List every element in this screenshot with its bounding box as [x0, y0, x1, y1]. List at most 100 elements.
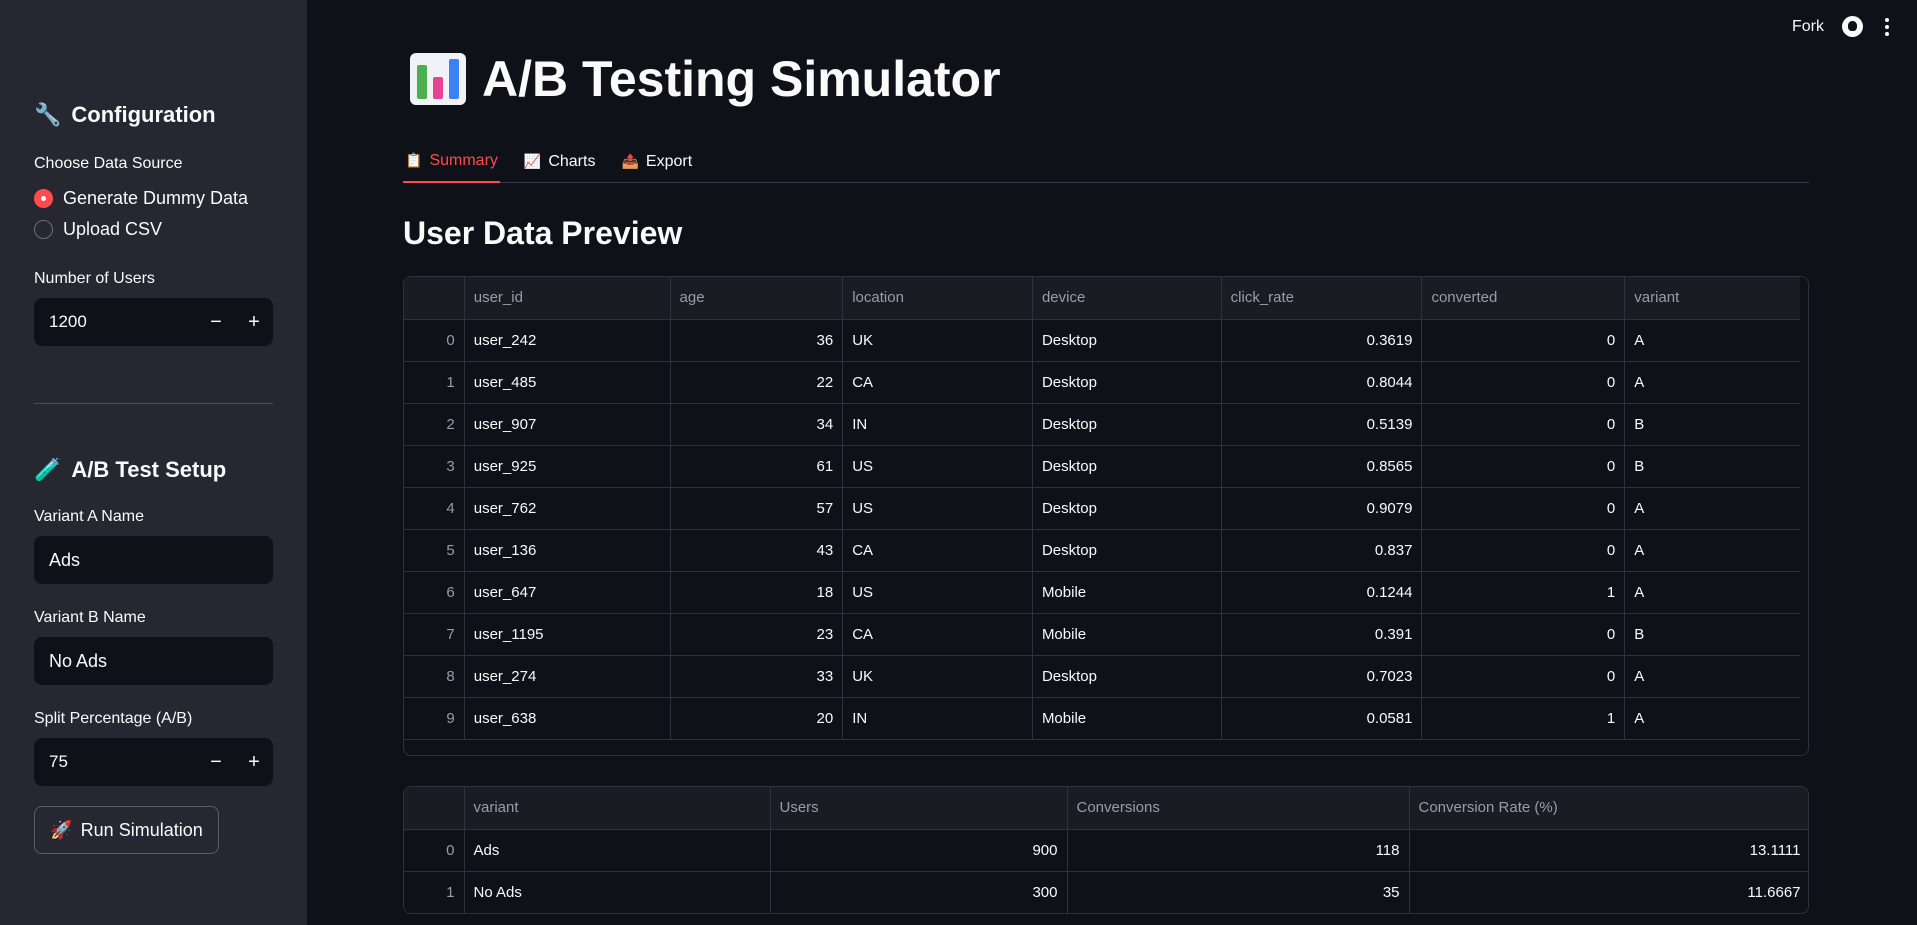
table-cell[interactable]: No Ads	[464, 871, 771, 913]
table-cell[interactable]: user_136	[464, 529, 671, 572]
table-cell[interactable]: user_638	[464, 697, 671, 740]
row-index-cell[interactable]: 7	[404, 613, 465, 656]
summary-table[interactable]: variant Users Conversions Conversion Rat…	[403, 786, 1809, 914]
table-cell[interactable]: Ads	[464, 829, 771, 872]
table-row[interactable]: 8 user_274 33 UK Desktop 0.7023 0 A	[404, 655, 1808, 698]
column-header[interactable]: Users	[770, 787, 1068, 830]
table-cell[interactable]: Mobile	[1032, 613, 1222, 656]
github-icon[interactable]	[1842, 16, 1863, 37]
row-index-cell[interactable]: 4	[404, 487, 465, 530]
column-header[interactable]: click_rate	[1221, 277, 1423, 320]
table-cell[interactable]: Desktop	[1032, 655, 1222, 698]
table-cell[interactable]: 61	[670, 445, 844, 488]
num-users-stepper[interactable]: 1200 − +	[34, 298, 273, 346]
radio-generate-dummy-data[interactable]: Generate Dummy Data	[34, 188, 248, 209]
fork-link[interactable]: Fork	[1792, 18, 1824, 36]
row-index-cell[interactable]: 5	[404, 529, 465, 572]
row-index-cell[interactable]: 2	[404, 403, 465, 446]
table-cell[interactable]: Desktop	[1032, 487, 1222, 530]
table-cell[interactable]: 0.0581	[1221, 697, 1423, 740]
table-row[interactable]: 3 user_925 61 US Desktop 0.8565 0 B	[404, 445, 1808, 488]
table-cell[interactable]: 900	[770, 829, 1068, 872]
table-cell[interactable]: Desktop	[1032, 361, 1222, 404]
table-cell[interactable]: 34	[670, 403, 844, 446]
table-cell[interactable]: 22	[670, 361, 844, 404]
table-cell[interactable]: A	[1624, 655, 1808, 698]
row-index-cell[interactable]: 1	[404, 871, 465, 913]
table-cell[interactable]: Mobile	[1032, 571, 1222, 614]
table-cell[interactable]: US	[842, 571, 1033, 614]
table-cell[interactable]: 0	[1421, 613, 1626, 656]
user-data-table[interactable]: user_id age location device click_rate c…	[403, 276, 1809, 756]
table-row[interactable]: 0 user_242 36 UK Desktop 0.3619 0 A	[404, 319, 1808, 362]
column-header[interactable]: variant	[464, 787, 771, 830]
table-row[interactable]: 1 No Ads 300 35 11.6667	[404, 871, 1808, 913]
table-cell[interactable]: UK	[842, 319, 1033, 362]
table-cell[interactable]: UK	[842, 655, 1033, 698]
row-index-cell[interactable]: 0	[404, 319, 465, 362]
table-cell[interactable]: 1	[1421, 697, 1626, 740]
table-cell[interactable]: 118	[1067, 829, 1410, 872]
column-header[interactable]: user_id	[464, 277, 671, 320]
table-cell[interactable]: 35	[1067, 871, 1410, 913]
increment-button[interactable]: +	[235, 298, 273, 346]
table-cell[interactable]: A	[1624, 697, 1808, 740]
table-cell[interactable]: user_762	[464, 487, 671, 530]
column-header[interactable]: Conversions	[1067, 787, 1410, 830]
table-row[interactable]: 5 user_136 43 CA Desktop 0.837 0 A	[404, 529, 1808, 572]
table-cell[interactable]: user_485	[464, 361, 671, 404]
table-cell[interactable]: CA	[842, 529, 1033, 572]
table-cell[interactable]: B	[1624, 445, 1808, 488]
table-cell[interactable]: 0	[1421, 445, 1626, 488]
table-row[interactable]: 4 user_762 57 US Desktop 0.9079 0 A	[404, 487, 1808, 530]
table-cell[interactable]: 300	[770, 871, 1068, 913]
column-header[interactable]: device	[1032, 277, 1222, 320]
table-cell[interactable]: 0	[1421, 487, 1626, 530]
table-cell[interactable]: 0.8044	[1221, 361, 1423, 404]
radio-upload-csv[interactable]: Upload CSV	[34, 219, 162, 240]
table-cell[interactable]: A	[1624, 529, 1808, 572]
table-cell[interactable]: US	[842, 445, 1033, 488]
table-cell[interactable]: 20	[670, 697, 844, 740]
column-header[interactable]: variant	[1624, 277, 1808, 320]
row-index-cell[interactable]: 1	[404, 361, 465, 404]
table-row[interactable]: 6 user_647 18 US Mobile 0.1244 1 A	[404, 571, 1808, 614]
decrement-button[interactable]: −	[197, 738, 235, 786]
table-cell[interactable]: 0	[1421, 361, 1626, 404]
column-header[interactable]: converted	[1421, 277, 1626, 320]
table-cell[interactable]: B	[1624, 613, 1808, 656]
main-menu-icon[interactable]	[1881, 17, 1893, 36]
table-cell[interactable]: 33	[670, 655, 844, 698]
row-index-cell[interactable]: 6	[404, 571, 465, 614]
table-cell[interactable]: 23	[670, 613, 844, 656]
column-header[interactable]: age	[670, 277, 844, 320]
tab-charts[interactable]: 📈 Charts	[522, 140, 598, 183]
table-cell[interactable]: 0	[1421, 403, 1626, 446]
table-cell[interactable]: user_274	[464, 655, 671, 698]
table-cell[interactable]: 0.837	[1221, 529, 1423, 572]
table-row[interactable]: 9 user_638 20 IN Mobile 0.0581 1 A	[404, 697, 1808, 740]
table-row[interactable]: 7 user_1195 23 CA Mobile 0.391 0 B	[404, 613, 1808, 656]
row-index-cell[interactable]: 3	[404, 445, 465, 488]
table-cell[interactable]: B	[1624, 403, 1808, 446]
split-percentage-value[interactable]: 75	[34, 752, 197, 772]
table-cell[interactable]: 18	[670, 571, 844, 614]
table-cell[interactable]: CA	[842, 613, 1033, 656]
run-simulation-button[interactable]: 🚀 Run Simulation	[34, 806, 219, 854]
row-index-cell[interactable]: 0	[404, 829, 465, 872]
table-cell[interactable]: 0.7023	[1221, 655, 1423, 698]
table-cell[interactable]: 0.391	[1221, 613, 1423, 656]
variant-b-input[interactable]: No Ads	[34, 637, 273, 685]
table-cell[interactable]: 43	[670, 529, 844, 572]
increment-button[interactable]: +	[235, 738, 273, 786]
table-cell[interactable]: IN	[842, 403, 1033, 446]
table-cell[interactable]: 1	[1421, 571, 1626, 614]
table-cell[interactable]: A	[1624, 487, 1808, 530]
table-cell[interactable]: 13.1111	[1409, 829, 1808, 872]
table-cell[interactable]: 0.1244	[1221, 571, 1423, 614]
table-cell[interactable]: A	[1624, 571, 1808, 614]
table-cell[interactable]: 36	[670, 319, 844, 362]
table-row[interactable]: 0 Ads 900 118 13.1111	[404, 829, 1808, 872]
table-cell[interactable]: 0	[1421, 655, 1626, 698]
table-cell[interactable]: 11.6667	[1409, 871, 1808, 913]
